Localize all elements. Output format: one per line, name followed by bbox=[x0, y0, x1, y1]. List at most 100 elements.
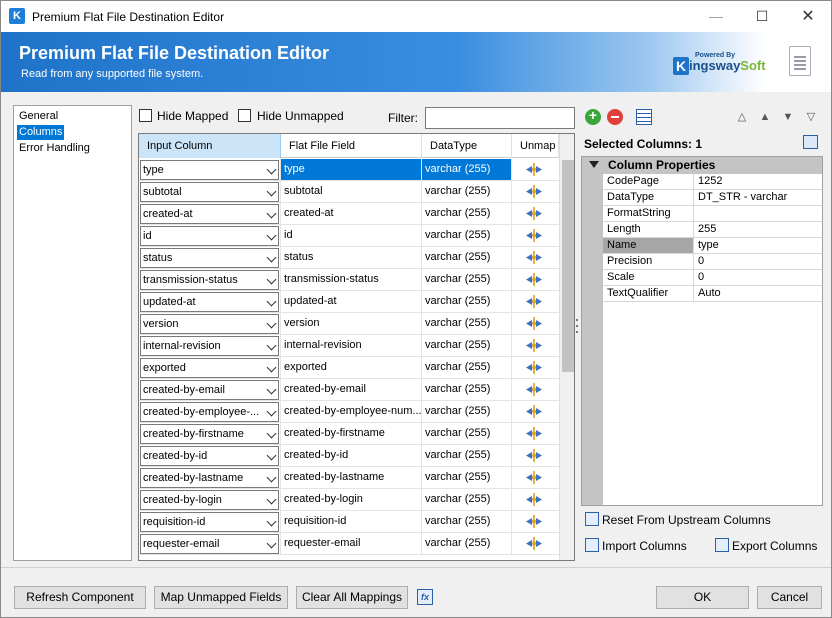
minimize-button[interactable]: — bbox=[693, 1, 739, 32]
datatype-cell[interactable]: varchar (255) bbox=[422, 379, 512, 400]
input-column-dropdown[interactable]: version bbox=[140, 314, 279, 334]
flat-file-field-cell[interactable]: exported bbox=[281, 357, 422, 378]
unmap-icon[interactable] bbox=[524, 272, 544, 287]
table-row[interactable]: created-by-firstname created-by-firstname… bbox=[139, 423, 559, 445]
datatype-cell[interactable]: varchar (255) bbox=[422, 335, 512, 356]
flat-file-field-cell[interactable]: created-at bbox=[281, 203, 422, 224]
unmap-icon[interactable] bbox=[524, 338, 544, 353]
property-row[interactable]: Precision 0 bbox=[582, 254, 822, 270]
panel-splitter[interactable] bbox=[576, 319, 579, 343]
header-unmap[interactable]: Unmap bbox=[512, 134, 559, 158]
property-name[interactable]: Precision bbox=[603, 254, 694, 270]
clear-all-mappings-button[interactable]: Clear All Mappings bbox=[296, 586, 408, 609]
table-row[interactable]: updated-at updated-at varchar (255) bbox=[139, 291, 559, 313]
table-row[interactable]: created-by-id created-by-id varchar (255) bbox=[139, 445, 559, 467]
property-name[interactable]: FormatString bbox=[603, 206, 694, 222]
flat-file-field-cell[interactable]: internal-revision bbox=[281, 335, 422, 356]
datatype-cell[interactable]: varchar (255) bbox=[422, 225, 512, 246]
datatype-cell[interactable]: varchar (255) bbox=[422, 291, 512, 312]
flat-file-field-cell[interactable]: created-by-lastname bbox=[281, 467, 422, 488]
flat-file-field-cell[interactable]: created-by-firstname bbox=[281, 423, 422, 444]
move-up-icon[interactable]: ▲ bbox=[757, 111, 773, 123]
unmap-icon[interactable] bbox=[524, 316, 544, 331]
table-row[interactable]: status status varchar (255) bbox=[139, 247, 559, 269]
unmap-icon[interactable] bbox=[524, 470, 544, 485]
table-row[interactable]: subtotal subtotal varchar (255) bbox=[139, 181, 559, 203]
hide-mapped-label[interactable]: Hide Mapped bbox=[157, 109, 228, 123]
unmap-icon[interactable] bbox=[524, 448, 544, 463]
unmap-icon[interactable] bbox=[524, 184, 544, 199]
datatype-cell[interactable]: varchar (255) bbox=[422, 423, 512, 444]
input-column-dropdown[interactable]: created-by-email bbox=[140, 380, 279, 400]
datatype-cell[interactable]: varchar (255) bbox=[422, 313, 512, 334]
unmap-icon[interactable] bbox=[524, 514, 544, 529]
input-column-dropdown[interactable]: created-by-employee-... bbox=[140, 402, 279, 422]
input-column-dropdown[interactable]: status bbox=[140, 248, 279, 268]
table-row[interactable]: requisition-id requisition-id varchar (255… bbox=[139, 511, 559, 533]
move-bottom-icon[interactable]: ▽ bbox=[803, 111, 819, 123]
grid-view-icon[interactable] bbox=[803, 135, 818, 149]
table-row[interactable]: version version varchar (255) bbox=[139, 313, 559, 335]
flat-file-field-cell[interactable]: created-by-login bbox=[281, 489, 422, 510]
property-name[interactable]: Name bbox=[603, 238, 694, 254]
input-column-dropdown[interactable]: exported bbox=[140, 358, 279, 378]
grid-scrollbar[interactable] bbox=[559, 134, 574, 560]
refresh-component-button[interactable]: Refresh Component bbox=[14, 586, 146, 609]
datatype-cell[interactable]: varchar (255) bbox=[422, 401, 512, 422]
table-row[interactable]: exported exported varchar (255) bbox=[139, 357, 559, 379]
header-datatype[interactable]: DataType bbox=[422, 134, 512, 158]
unmap-icon[interactable] bbox=[524, 426, 544, 441]
unmap-icon[interactable] bbox=[524, 162, 544, 177]
nav-item-columns[interactable]: Columns bbox=[17, 125, 65, 140]
table-row[interactable]: created-by-login created-by-login varchar … bbox=[139, 489, 559, 511]
input-column-dropdown[interactable]: created-by-login bbox=[140, 490, 279, 510]
property-name[interactable]: Scale bbox=[603, 270, 694, 286]
header-input-column[interactable]: Input Column bbox=[139, 134, 281, 158]
datatype-cell[interactable]: varchar (255) bbox=[422, 181, 512, 202]
unmap-icon[interactable] bbox=[524, 360, 544, 375]
unmap-icon[interactable] bbox=[524, 228, 544, 243]
input-column-dropdown[interactable]: updated-at bbox=[140, 292, 279, 312]
datatype-cell[interactable]: varchar (255) bbox=[422, 445, 512, 466]
datatype-cell[interactable]: varchar (255) bbox=[422, 203, 512, 224]
property-value[interactable]: 0 bbox=[694, 270, 822, 286]
import-columns-button[interactable]: Import Columns bbox=[585, 538, 695, 554]
close-button[interactable]: ✕ bbox=[785, 1, 831, 32]
input-column-dropdown[interactable]: created-by-lastname bbox=[140, 468, 279, 488]
unmap-icon[interactable] bbox=[524, 536, 544, 551]
input-column-dropdown[interactable]: created-by-firstname bbox=[140, 424, 279, 444]
move-top-icon[interactable]: △ bbox=[734, 111, 750, 123]
input-column-dropdown[interactable]: requester-email bbox=[140, 534, 279, 554]
datatype-cell[interactable]: varchar (255) bbox=[422, 247, 512, 268]
grid-scroll-thumb[interactable] bbox=[562, 160, 574, 372]
property-row[interactable]: TextQualifier Auto bbox=[582, 286, 822, 302]
table-row[interactable]: internal-revision internal-revision varcha… bbox=[139, 335, 559, 357]
cancel-button[interactable]: Cancel bbox=[757, 586, 822, 609]
hide-unmapped-label[interactable]: Hide Unmapped bbox=[257, 109, 344, 123]
unmap-icon[interactable] bbox=[524, 382, 544, 397]
ok-button[interactable]: OK bbox=[656, 586, 749, 609]
datatype-cell[interactable]: varchar (255) bbox=[422, 467, 512, 488]
export-columns-button[interactable]: Export Columns bbox=[715, 538, 821, 554]
property-value[interactable] bbox=[694, 206, 822, 222]
nav-item-error-handling[interactable]: Error Handling bbox=[17, 141, 92, 156]
property-name[interactable]: DataType bbox=[603, 190, 694, 206]
property-value[interactable]: 0 bbox=[694, 254, 822, 270]
maximize-button[interactable]: ☐ bbox=[739, 1, 785, 32]
header-flat-file-field[interactable]: Flat File Field bbox=[281, 134, 422, 158]
flat-file-field-cell[interactable]: requisition-id bbox=[281, 511, 422, 532]
property-value[interactable]: type bbox=[694, 238, 822, 254]
move-down-icon[interactable]: ▼ bbox=[780, 111, 796, 123]
unmap-icon[interactable] bbox=[524, 206, 544, 221]
table-row[interactable]: created-by-employee-... created-by-employ… bbox=[139, 401, 559, 423]
table-row[interactable]: requester-email requester-email varchar (2… bbox=[139, 533, 559, 555]
flat-file-field-cell[interactable]: transmission-status bbox=[281, 269, 422, 290]
property-name[interactable]: TextQualifier bbox=[603, 286, 694, 302]
flat-file-field-cell[interactable]: type bbox=[281, 159, 422, 180]
expression-fx-button[interactable]: fx bbox=[417, 589, 433, 605]
unmap-icon[interactable] bbox=[524, 250, 544, 265]
collapse-triangle-icon[interactable] bbox=[589, 161, 599, 168]
unmap-icon[interactable] bbox=[524, 404, 544, 419]
flat-file-field-cell[interactable]: created-by-id bbox=[281, 445, 422, 466]
flat-file-field-cell[interactable]: updated-at bbox=[281, 291, 422, 312]
